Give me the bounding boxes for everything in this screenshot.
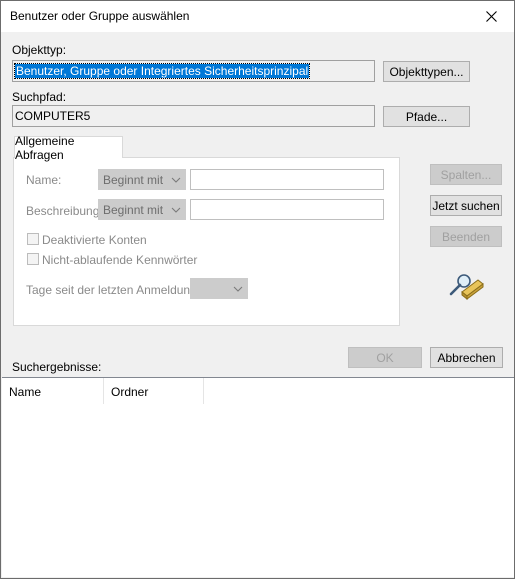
paths-button[interactable]: Pfade...	[383, 106, 470, 127]
objecttypes-button-label: Objekttypen...	[389, 64, 464, 79]
tab-common-queries[interactable]: Allgemeine Abfragen	[14, 134, 123, 162]
cancel-button-label: Abbrechen	[437, 350, 496, 365]
disabled-accounts-checkbox[interactable]	[27, 233, 39, 245]
stop-button-label: Beenden	[441, 229, 491, 244]
column-header-name[interactable]: Name	[2, 378, 104, 404]
chevron-down-icon	[171, 207, 181, 213]
description-label: Beschreibung:	[26, 204, 103, 218]
name-label: Name:	[26, 173, 62, 187]
description-mode-value: Beginnt mit	[103, 202, 164, 217]
close-icon	[485, 11, 497, 22]
stop-button[interactable]: Beenden	[430, 226, 502, 247]
objecttype-label: Objekttyp:	[12, 43, 67, 57]
column-header-folder-label: Ordner	[111, 385, 149, 399]
disabled-accounts-label: Deaktivierte Konten	[42, 233, 147, 247]
name-mode-value: Beginnt mit	[103, 172, 164, 187]
cancel-button[interactable]: Abbrechen	[430, 347, 503, 368]
close-button[interactable]	[468, 1, 514, 32]
days-since-login-select[interactable]	[190, 278, 248, 299]
dialog-window: Benutzer oder Gruppe auswählen Objekttyp…	[0, 0, 515, 579]
paths-button-label: Pfade...	[405, 109, 448, 124]
ok-button-label: OK	[376, 350, 394, 365]
chevron-down-icon	[233, 286, 243, 292]
nonexpiring-passwords-label: Nicht-ablaufende Kennwörter	[42, 253, 198, 267]
search-results-list[interactable]: Name Ordner	[2, 377, 514, 577]
column-header-folder[interactable]: Ordner	[104, 378, 204, 404]
searchpath-field: COMPUTER5	[12, 105, 375, 127]
searchpath-label: Suchpfad:	[12, 90, 67, 104]
name-input[interactable]	[190, 169, 384, 190]
column-header-name-label: Name	[9, 385, 42, 399]
search-magnifier-icon	[449, 274, 484, 300]
columns-button[interactable]: Spalten...	[430, 164, 502, 185]
objecttype-value: Benutzer, Gruppe oder Integriertes Siche…	[13, 63, 311, 79]
search-now-button[interactable]: Jetzt suchen	[430, 195, 502, 216]
description-mode-select[interactable]: Beginnt mit	[98, 199, 186, 220]
chevron-down-icon	[171, 177, 181, 183]
objecttype-field: Benutzer, Gruppe oder Integriertes Siche…	[12, 60, 375, 82]
tab-common-queries-label: Allgemeine Abfragen	[15, 133, 75, 162]
ok-button[interactable]: OK	[348, 347, 422, 368]
description-input[interactable]	[190, 199, 384, 220]
name-mode-select[interactable]: Beginnt mit	[98, 169, 186, 190]
search-now-button-label: Jetzt suchen	[432, 198, 500, 213]
search-results-label: Suchergebnisse:	[12, 360, 102, 374]
nonexpiring-passwords-checkbox[interactable]	[27, 253, 39, 265]
window-title: Benutzer oder Gruppe auswählen	[10, 9, 190, 23]
columns-button-label: Spalten...	[440, 167, 492, 182]
days-since-login-label: Tage seit der letzten Anmeldung:	[26, 283, 201, 297]
title-bar: Benutzer oder Gruppe auswählen	[1, 1, 514, 32]
searchpath-value: COMPUTER5	[15, 109, 91, 123]
objecttypes-button[interactable]: Objekttypen...	[383, 61, 470, 82]
